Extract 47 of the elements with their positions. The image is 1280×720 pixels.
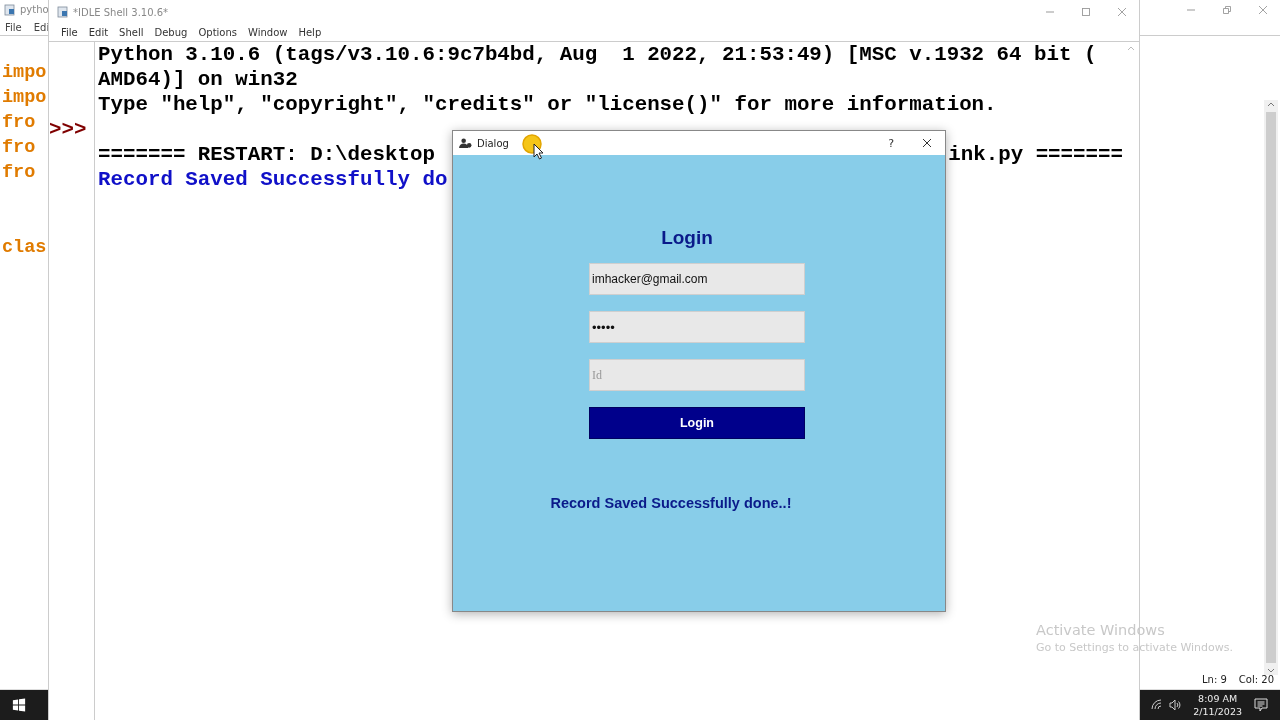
wifi-icon[interactable] xyxy=(1151,699,1164,711)
clock-time[interactable]: 8:09 AM xyxy=(1198,692,1238,705)
shell-prompt: >>> xyxy=(49,118,87,141)
status-column: Col: 20 xyxy=(1238,674,1274,685)
python-file-icon xyxy=(4,3,16,16)
shell-output-line: Record Saved Successfully do xyxy=(98,168,448,191)
users-icon xyxy=(459,137,472,149)
maximize-icon[interactable] xyxy=(1081,7,1091,17)
restore-icon[interactable] xyxy=(1222,4,1232,15)
shell-output-line: Type "help", "copyright", "credits" or "license()" for more information. xyxy=(98,93,997,116)
scrollbar[interactable] xyxy=(1264,100,1278,675)
code-line: fro xyxy=(2,162,36,183)
notification-icon[interactable] xyxy=(1254,698,1268,712)
code-line: fro xyxy=(2,112,36,133)
shell-output-line: AMD64)] on win32 xyxy=(98,68,298,91)
code-line: clas xyxy=(2,237,47,258)
menu-item[interactable]: File xyxy=(61,27,78,38)
window-title: *IDLE Shell 3.10.6* xyxy=(73,6,169,18)
menu-item[interactable]: Shell xyxy=(119,27,144,38)
window-title: pytho xyxy=(20,4,49,15)
login-heading: Login xyxy=(661,227,713,249)
menu-item[interactable]: Options xyxy=(198,27,237,38)
code-line: fro xyxy=(2,137,36,158)
shell-output-line: Python 3.10.6 (tags/v3.10.6:9c7b4bd, Aug 1 2022, 21:53:49) [MSC v.1932 64 bit ( xyxy=(98,43,1097,66)
help-button[interactable]: ? xyxy=(888,136,894,150)
code-line: impo xyxy=(2,62,47,83)
shell-output-line: ======= RESTART: D:\desktop xyxy=(98,142,435,167)
menu-item[interactable]: Window xyxy=(248,27,288,38)
id-field[interactable]: Id xyxy=(589,359,805,391)
password-field[interactable]: ••••• xyxy=(589,311,805,343)
speaker-icon[interactable] xyxy=(1169,699,1182,711)
menu-item[interactable]: Help xyxy=(298,27,322,38)
login-button[interactable]: Login xyxy=(589,407,805,439)
email-field[interactable]: imhacker@gmail.com xyxy=(589,263,805,295)
dialog-title: Dialog xyxy=(477,137,509,149)
menu-item[interactable]: File xyxy=(5,21,22,33)
menu-item[interactable]: Edi xyxy=(33,21,50,33)
close-icon[interactable] xyxy=(922,138,932,148)
menu-item[interactable]: Debug xyxy=(154,27,188,38)
python-file-icon xyxy=(57,6,69,18)
code-line: impo xyxy=(2,87,47,108)
shell-output-line: ink.py ======= xyxy=(948,142,1123,167)
windows-start-icon[interactable] xyxy=(12,698,26,712)
menu-item[interactable]: Edit xyxy=(88,27,109,38)
status-message: Record Saved Successfully done..! xyxy=(550,495,792,511)
status-line: Ln: 9 xyxy=(1202,674,1227,685)
clock-date[interactable]: 2/11/2023 xyxy=(1193,705,1242,718)
